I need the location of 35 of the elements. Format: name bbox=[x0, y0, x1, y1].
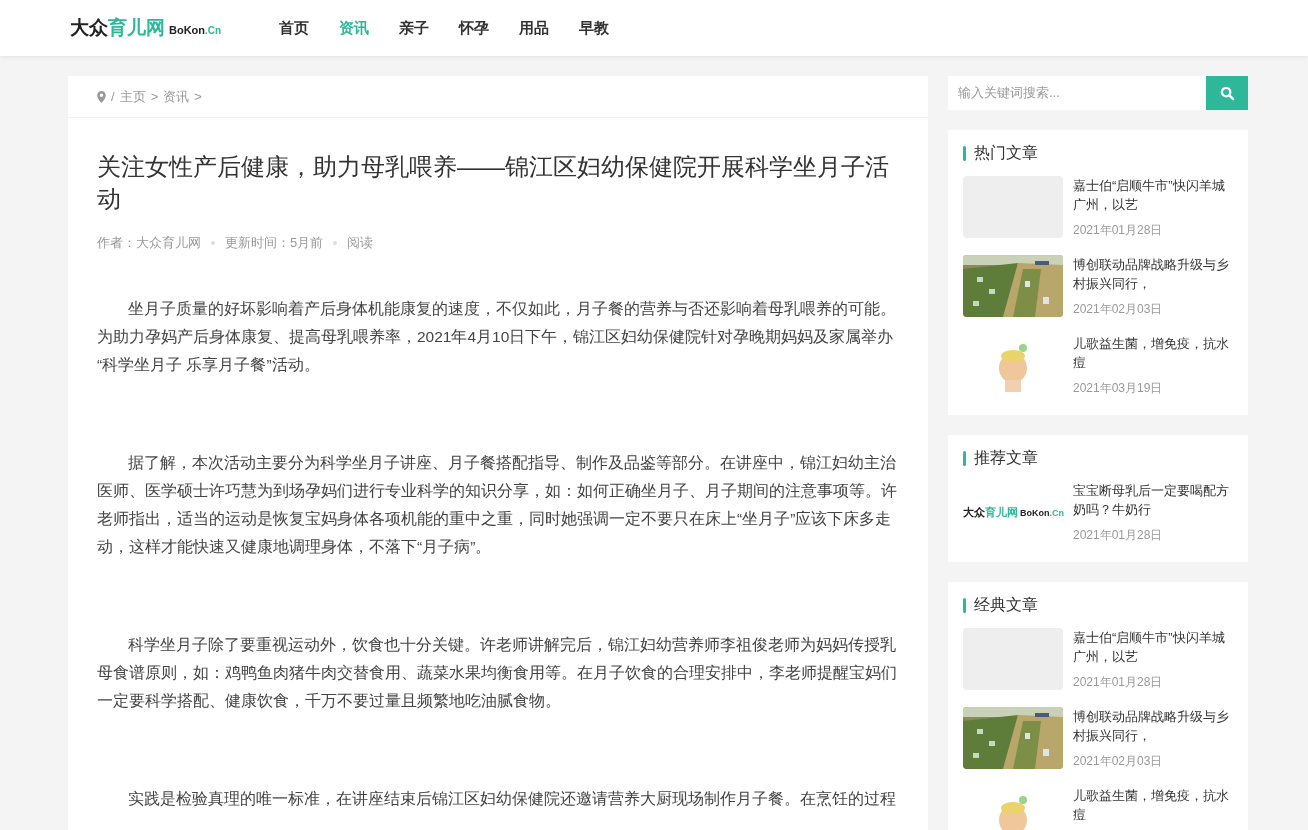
nav-link[interactable]: 用品 bbox=[519, 16, 550, 40]
logo[interactable]: 大众育儿网 BoKon.Cn bbox=[963, 503, 1064, 521]
article-date: 2021年02月03日 bbox=[1073, 753, 1164, 770]
section-heading: 经典文章 bbox=[974, 595, 1038, 615]
article-link[interactable]: 博创联动品牌战略升级与乡村振兴同行， bbox=[1073, 255, 1231, 293]
article-link[interactable]: 宝宝断母乳后一定要喝配方奶吗？牛奶行 bbox=[1073, 481, 1231, 519]
logo[interactable]: 大众育儿网 BoKon.Cn bbox=[70, 13, 222, 43]
section-heading: 推荐文章 bbox=[974, 448, 1038, 468]
article-paragraph: 实践是检验真理的唯一标准，在讲座结束后锦江区妇幼保健院还邀请营养大厨现场制作月子餐。在烹饪的过程 bbox=[127, 788, 897, 809]
article-date: 2021年02月03日 bbox=[1073, 301, 1164, 318]
article-date: 2021年01月28日 bbox=[1073, 222, 1164, 239]
search-field[interactable]: 输入关键词搜索... bbox=[948, 76, 1206, 110]
article-paragraph: 科学坐月子除了要重视运动外，饮食也十分关键。许老师讲解完后，锦江妇幼营养师李祖俊老师为妈妈传授乳母食谱原则，如：鸡鸭鱼肉猪牛肉交替食用、蔬菜水果均衡食用等。在月子饮食的合理安排中，李老师提醒宝妈们一定要科学搭配、健康饮食，千万不要过量且频繁地吃油腻食物。 bbox=[97, 634, 898, 711]
section-heading: 热门文章 bbox=[974, 143, 1038, 163]
breadcrumb-separator: / bbox=[111, 87, 115, 106]
article-date: 2021年01月28日 bbox=[1073, 674, 1164, 691]
article-meta: 阅读 bbox=[347, 234, 374, 252]
article-date: 2021年01月28日 bbox=[1073, 527, 1164, 544]
article-meta: 作者：大众育儿网 bbox=[97, 234, 201, 252]
nav-link[interactable]: 怀孕 bbox=[459, 16, 490, 40]
article-date: 2021年03月19日 bbox=[1073, 380, 1164, 397]
article-paragraph: 坐月子质量的好坏影响着产后身体机能康复的速度，不仅如此，月子餐的营养与否还影响着母乳喂养的可能。为助力孕妈产后身体康复、提高母乳喂养率，2021年4月10日下午，锦江区妇幼保健院针对孕晚期妈妈及家属举办 “科学坐月子 乐享月子餐”活动。 bbox=[97, 298, 897, 375]
article-link[interactable]: 博创联动品牌战略升级与乡村振兴同行， bbox=[1073, 707, 1231, 745]
article-title: 关注女性产后健康，助力母乳喂养——锦江区妇幼保健院开展科学坐月子活动 bbox=[97, 152, 890, 214]
article-link[interactable]: 儿歌益生菌，增免疫，抗水痘 bbox=[1073, 334, 1231, 372]
article-meta: 更新时间：5月前 bbox=[225, 234, 324, 252]
nav-link[interactable]: 亲子 bbox=[399, 16, 430, 40]
breadcrumb-arrow: > bbox=[150, 87, 159, 106]
nav-link[interactable]: 早教 bbox=[579, 16, 610, 40]
nav-link[interactable]: 首页 bbox=[279, 16, 310, 40]
article-link[interactable]: 儿歌益生菌，增免疫，抗水痘 bbox=[1073, 786, 1231, 824]
breadcrumb-arrow: > bbox=[194, 87, 202, 106]
article-link[interactable]: 嘉士伯“启顺牛市”快闪羊城广州，以艺 bbox=[1073, 628, 1231, 666]
article-link[interactable]: 嘉士伯“启顺牛市”快闪羊城广州，以艺 bbox=[1073, 176, 1231, 214]
article-paragraph: 据了解，本次活动主要分为科学坐月子讲座、月子餐搭配指导、制作及品鉴等部分。在讲座中，锦江妇幼主治医师、医学硕士许巧慧为到场孕妈们进行专业科学的知识分享，如：如何正确坐月子、月子期间的注意事项等。许老师指出，适当的运动是恢复宝妈身体各项机能的重中之重，同时她强调一定不要只在床上“坐月子”应该下床多走动，这样才能快速又健康地调理身体，不落下“月子病”。 bbox=[97, 452, 898, 557]
